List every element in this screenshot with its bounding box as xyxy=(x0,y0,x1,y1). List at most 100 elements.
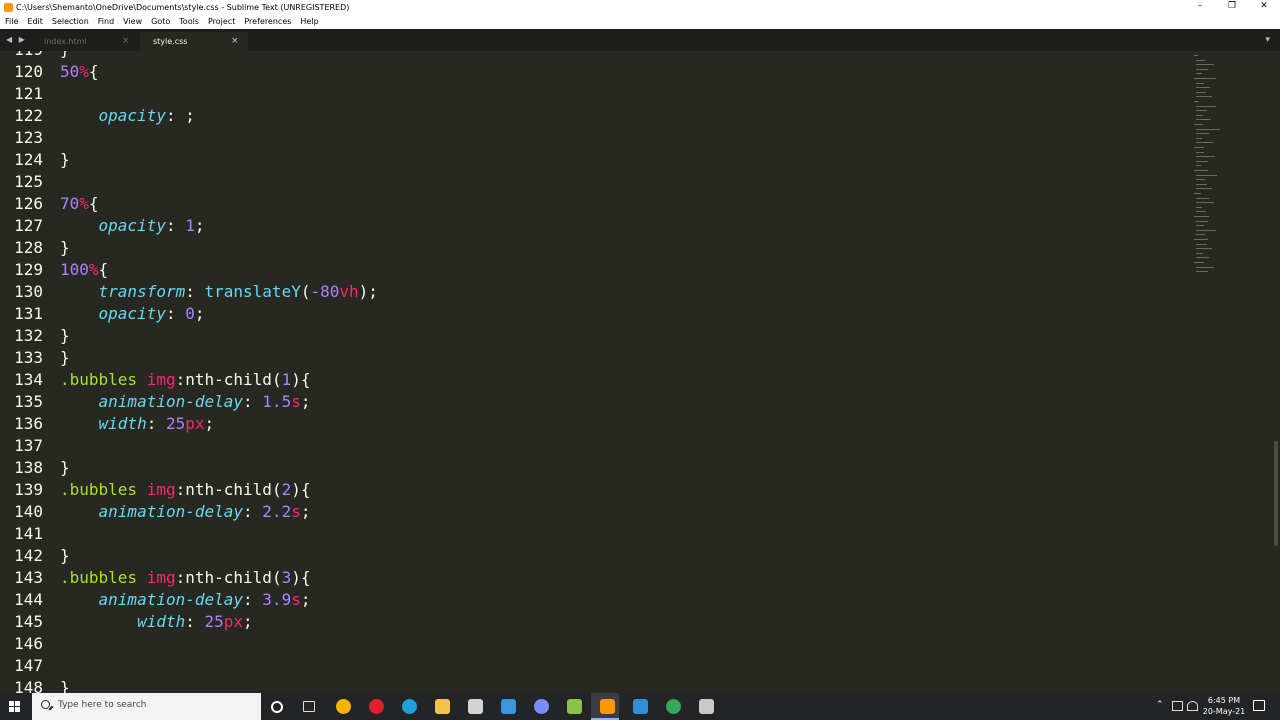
code-token: :nth-child( xyxy=(175,370,282,389)
code-line[interactable]: } xyxy=(60,149,70,171)
notepad-plus-icon[interactable] xyxy=(567,699,582,714)
menu-edit[interactable]: Edit xyxy=(27,15,43,29)
code-line[interactable]: } xyxy=(60,457,70,479)
code-line[interactable]: opacity: ; xyxy=(60,105,195,127)
code-token: animation-delay xyxy=(98,392,244,411)
code-line[interactable]: .bubbles img:nth-child(2){ xyxy=(60,479,310,501)
code-line[interactable]: width: 25px; xyxy=(60,611,253,633)
code-token: 50 xyxy=(60,62,80,81)
file-explorer-icon[interactable] xyxy=(435,699,450,714)
menu-find[interactable]: Find xyxy=(98,15,114,29)
task-view-icon[interactable] xyxy=(303,701,315,712)
menu-tools[interactable]: Tools xyxy=(179,15,199,29)
minimap-line xyxy=(1194,216,1209,217)
line-number: 128 xyxy=(14,238,43,257)
code-line[interactable]: animation-delay: 2.2s; xyxy=(60,501,311,523)
code-line[interactable]: opacity: 0; xyxy=(60,303,205,325)
menu-selection[interactable]: Selection xyxy=(52,15,89,29)
code-token: } xyxy=(60,326,70,345)
code-line[interactable]: opacity: 1; xyxy=(60,215,205,237)
taskbar-clock[interactable]: 6:45 PM 20-May-21 xyxy=(1200,695,1248,717)
tab-dropdown-icon[interactable]: ▾ xyxy=(1265,35,1270,45)
menu-file[interactable]: File xyxy=(5,15,18,29)
code-token: 1 xyxy=(185,216,195,235)
tab-label: index.html xyxy=(44,37,87,46)
tab-close-icon[interactable]: × xyxy=(231,32,239,51)
minimap-line xyxy=(1194,262,1204,263)
line-number: 137 xyxy=(14,436,43,455)
code-line[interactable]: animation-delay: 3.9s; xyxy=(60,589,311,611)
code-line[interactable]: } xyxy=(60,237,70,259)
cortana-icon[interactable] xyxy=(271,701,283,713)
vscode-icon[interactable] xyxy=(633,699,648,714)
minimap-line xyxy=(1194,101,1199,102)
code-token: width xyxy=(137,612,186,631)
code-line[interactable]: animation-delay: 1.5s; xyxy=(60,391,311,413)
code-line[interactable]: .bubbles img:nth-child(3){ xyxy=(60,567,310,589)
minimap-line xyxy=(1194,170,1208,171)
minimap-line xyxy=(1194,193,1201,194)
code-token: } xyxy=(60,238,70,257)
sublime-text-icon[interactable] xyxy=(600,699,615,714)
menu-help[interactable]: Help xyxy=(300,15,318,29)
vscode-blue-icon[interactable] xyxy=(501,699,516,714)
code-token: animation-delay xyxy=(98,502,244,521)
tab-index-html[interactable]: index.html × xyxy=(32,32,132,51)
taskbar-search-box[interactable]: Type here to search xyxy=(32,693,261,720)
tab-nav-arrows-icon[interactable]: ◀ ▶ xyxy=(6,35,27,44)
code-line[interactable]: 50%{ xyxy=(60,61,99,83)
line-number: 132 xyxy=(14,326,43,345)
close-button[interactable]: ✕ xyxy=(1248,0,1280,15)
menu-preferences[interactable]: Preferences xyxy=(244,15,291,29)
line-number: 124 xyxy=(14,150,43,169)
windows-start-icon[interactable] xyxy=(9,701,21,713)
maximize-button[interactable]: ❐ xyxy=(1216,0,1248,15)
code-line[interactable]: transform: translateY(-80vh); xyxy=(60,281,378,303)
menu-project[interactable]: Project xyxy=(208,15,235,29)
code-line[interactable]: width: 25px; xyxy=(60,413,215,435)
code-line[interactable]: } xyxy=(60,325,70,347)
code-line[interactable]: 100%{ xyxy=(60,259,108,281)
code-token: s xyxy=(291,590,301,609)
code-editor[interactable]: 1191201211221231241251261271281291301311… xyxy=(0,51,1280,693)
minimap[interactable] xyxy=(1194,51,1232,281)
minimap-line xyxy=(1196,229,1216,231)
minimap-line xyxy=(1196,110,1207,112)
network-icon[interactable] xyxy=(1172,701,1183,711)
line-number: 144 xyxy=(14,590,43,609)
chrome-alt-icon[interactable] xyxy=(336,699,351,714)
code-line[interactable]: 70%{ xyxy=(60,193,99,215)
code-line[interactable]: } xyxy=(60,347,70,369)
minimap-line xyxy=(1196,257,1209,259)
code-token: animation-delay xyxy=(98,590,244,609)
paint-icon[interactable] xyxy=(699,699,714,714)
code-line[interactable]: } xyxy=(60,545,70,567)
tab-style-css[interactable]: style.css × xyxy=(140,32,248,51)
tab-close-icon[interactable]: × xyxy=(122,32,130,51)
menu-view[interactable]: View xyxy=(123,15,142,29)
volume-icon[interactable] xyxy=(1187,701,1198,711)
opera-icon[interactable] xyxy=(369,699,384,714)
code-token: 1.5 xyxy=(262,392,292,411)
messenger-icon[interactable] xyxy=(534,699,549,714)
store-icon[interactable] xyxy=(468,699,483,714)
minimize-button[interactable]: – xyxy=(1184,0,1216,15)
code-line[interactable]: .bubbles img:nth-child(1){ xyxy=(60,369,310,391)
code-token: ; xyxy=(204,414,215,433)
vertical-scrollbar[interactable] xyxy=(1274,441,1278,546)
menu-goto[interactable]: Goto xyxy=(151,15,170,29)
code-token: : xyxy=(165,216,186,235)
code-token: } xyxy=(60,546,70,565)
code-token: : xyxy=(243,392,263,411)
edge-icon[interactable] xyxy=(402,699,417,714)
chrome-icon[interactable] xyxy=(666,699,681,714)
code-line[interactable]: } xyxy=(60,677,70,693)
notifications-icon[interactable] xyxy=(1253,700,1265,711)
tray-overflow-icon[interactable]: ⌃ xyxy=(1156,700,1164,710)
code-line[interactable]: } xyxy=(60,51,70,61)
minimap-line xyxy=(1196,206,1202,208)
